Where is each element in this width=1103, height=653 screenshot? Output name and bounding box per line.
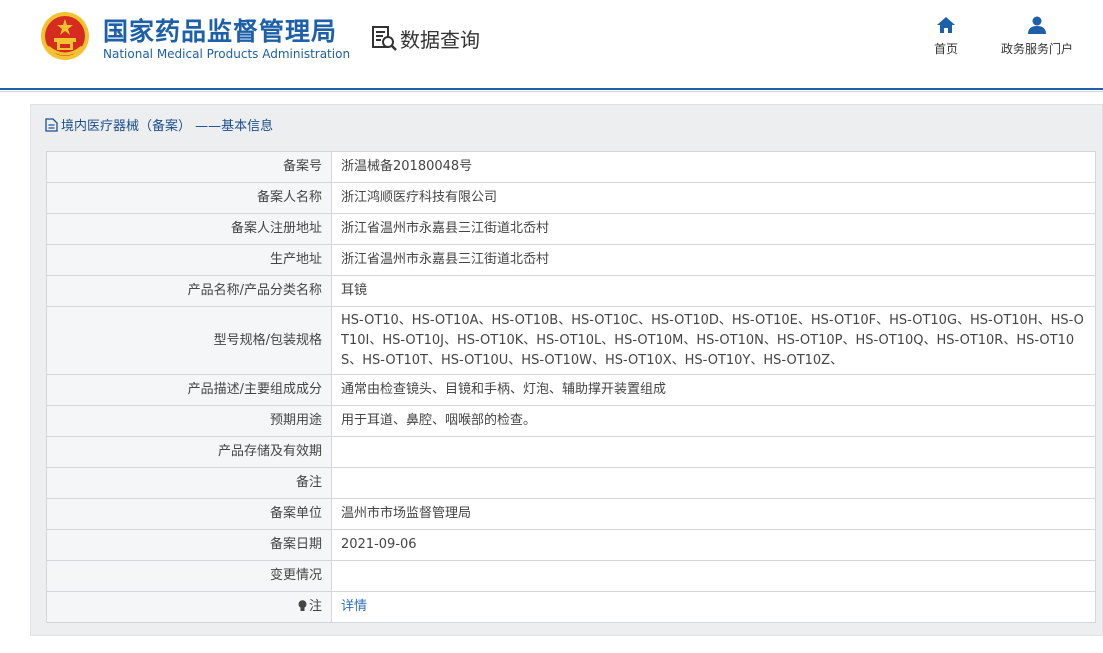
table-row: 预期用途 用于耳道、鼻腔、咽喉部的检查。 (46, 405, 1096, 437)
field-label: 预期用途 (46, 405, 332, 437)
field-label: 备案人注册地址 (46, 213, 332, 245)
field-value: HS-OT10、HS-OT10A、HS-OT10B、HS-OT10C、HS-OT… (331, 306, 1096, 375)
table-row: 备案日期 2021-09-06 (46, 529, 1096, 561)
table-row: 生产地址 浙江省温州市永嘉县三江街道北岙村 (46, 244, 1096, 276)
header-divider (0, 88, 1103, 90)
nav-service-label: 政务服务门户 (1000, 42, 1073, 56)
field-value (331, 436, 1096, 468)
nav-service-portal[interactable]: 政务服务门户 (994, 16, 1080, 57)
field-value (331, 467, 1096, 499)
table-row: 型号规格/包装规格 HS-OT10、HS-OT10A、HS-OT10B、HS-O… (46, 306, 1096, 375)
field-label: 产品存储及有效期 (46, 436, 332, 468)
home-icon (937, 17, 955, 33)
table-row: 备注 (46, 467, 1096, 499)
field-label: 备案日期 (46, 529, 332, 561)
table-row: 备案人名称 浙江鸿顺医疗科技有限公司 (46, 182, 1096, 214)
table-row-note: 注 详情 (46, 591, 1096, 623)
table-row: 备案单位 温州市市场监督管理局 (46, 498, 1096, 530)
field-label: 备案单位 (46, 498, 332, 530)
nav-home[interactable]: 首页 (928, 16, 964, 57)
nav-home-label: 首页 (933, 42, 958, 56)
field-value: 2021-09-06 (331, 529, 1096, 561)
field-value: 浙温械备20180048号 (331, 151, 1096, 183)
field-value: 耳镜 (331, 275, 1096, 307)
table-row: 备案号 浙温械备20180048号 (46, 151, 1096, 183)
table-row: 变更情况 (46, 560, 1096, 592)
field-value: 浙江鸿顺医疗科技有限公司 (331, 182, 1096, 214)
lightbulb-icon (298, 600, 307, 611)
table-row: 产品描述/主要组成成分 通常由检查镜头、目镜和手柄、灯泡、辅助撑开装置组成 (46, 374, 1096, 406)
field-label: 产品描述/主要组成成分 (46, 374, 332, 406)
field-value: 浙江省温州市永嘉县三江街道北岙村 (331, 244, 1096, 276)
org-name-cn: 国家药品监督管理局 (103, 17, 338, 46)
field-label: 备案人名称 (46, 182, 332, 214)
record-panel: 境内医疗器械（备案） ——基本信息 备案号 浙温械备20180048号 备案人名… (30, 104, 1103, 636)
panel-title: 境内医疗器械（备案） ——基本信息 (45, 115, 273, 134)
field-label: 产品名称/产品分类名称 (46, 275, 332, 307)
field-value: 温州市市场监督管理局 (331, 498, 1096, 530)
field-label: 生产地址 (46, 244, 332, 276)
field-label: 变更情况 (46, 560, 332, 592)
note-label-cell: 注 (46, 591, 332, 623)
org-name-en: National Medical Products Administration (103, 47, 351, 61)
national-emblem-icon (41, 12, 89, 60)
field-label: 型号规格/包装规格 (46, 306, 332, 375)
table-row: 产品名称/产品分类名称 耳镜 (46, 275, 1096, 307)
note-value-cell: 详情 (331, 591, 1096, 623)
field-label: 备案号 (46, 151, 332, 183)
site-header: 国家药品监督管理局 National Medical Products Admi… (0, 0, 1103, 88)
details-link[interactable]: 详情 (341, 599, 367, 614)
table-row: 备案人注册地址 浙江省温州市永嘉县三江街道北岙村 (46, 213, 1096, 245)
field-value (331, 560, 1096, 592)
field-value: 浙江省温州市永嘉县三江街道北岙村 (331, 213, 1096, 245)
note-label: 注 (308, 599, 322, 614)
section-title: 数据查询 (400, 28, 480, 52)
user-icon (1028, 16, 1046, 34)
record-info-table: 备案号 浙温械备20180048号 备案人名称 浙江鸿顺医疗科技有限公司 备案人… (46, 151, 1096, 623)
panel-title-text: 境内医疗器械（备案） ——基本信息 (61, 119, 274, 134)
field-value: 通常由检查镜头、目镜和手柄、灯泡、辅助撑开装置组成 (331, 374, 1096, 406)
field-label: 备注 (46, 467, 332, 499)
document-icon (45, 117, 58, 132)
table-row: 产品存储及有效期 (46, 436, 1096, 468)
field-value: 用于耳道、鼻腔、咽喉部的检查。 (331, 405, 1096, 437)
header-divider-thin (0, 91, 1103, 92)
data-query-icon (372, 26, 397, 51)
